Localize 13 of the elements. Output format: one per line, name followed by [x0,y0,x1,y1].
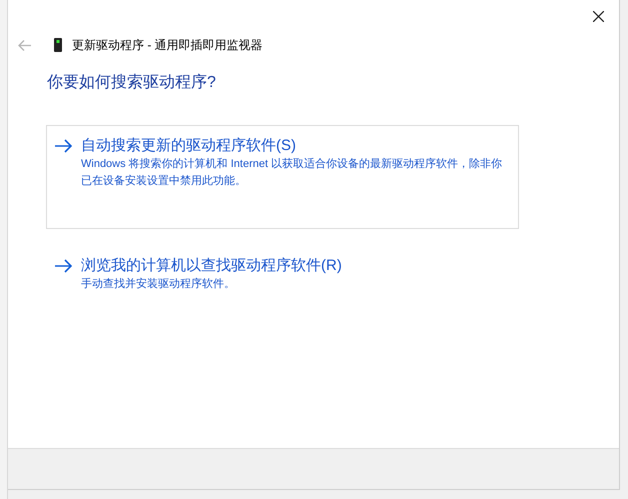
arrow-icon [55,139,73,153]
back-arrow-icon [18,40,30,50]
monitor-device-icon [54,38,62,52]
option-title: 自动搜索更新的驱动程序软件(S) [81,136,297,156]
heading: 你要如何搜索驱动程序? [47,72,217,93]
option-button[interactable]: 浏览我的计算机以查找驱动程序软件(R) 手动查找并安装驱动程序软件。 [46,245,519,305]
option-description: 手动查找并安装驱动程序软件。 [81,276,236,292]
arrow-icon [55,259,73,273]
close-icon [592,10,604,22]
option-description: Windows 将搜索你的计算机和 Internet 以获取适合你设备的最新驱动程序软件，除非你已在设备安装设置中禁用此功能。 [81,156,504,189]
option-title: 浏览我的计算机以查找驱动程序软件(R) [81,256,343,276]
option-button[interactable]: 自动搜索更新的驱动程序软件(S) Windows 将搜索你的计算机和 Internet 以获取适合你设备的最新驱动程序软件，除非你已在设备安装设置中禁用此功能。 [46,125,519,229]
window-title: 更新驱动程序 - 通用即插即用监视器 [72,37,263,54]
